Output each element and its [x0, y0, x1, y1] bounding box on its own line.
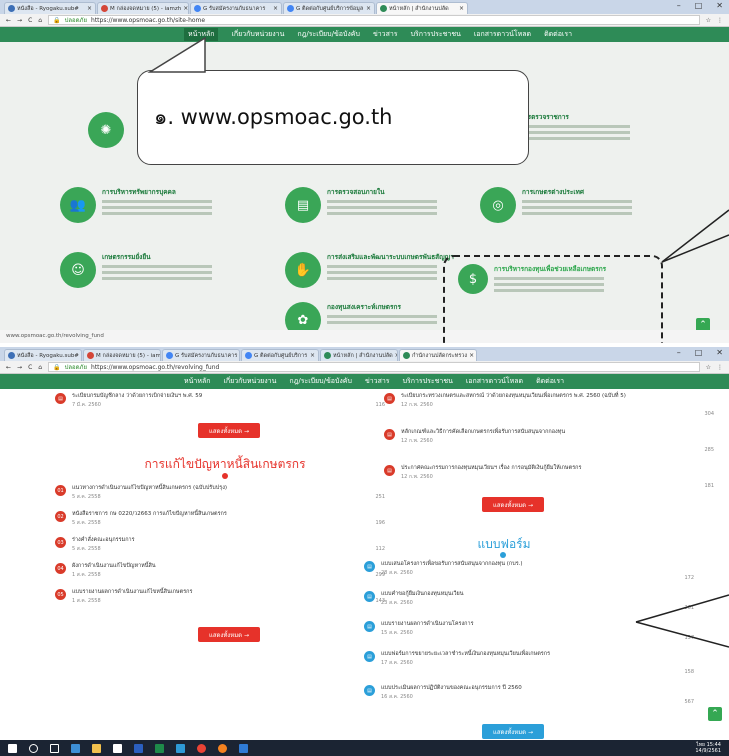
annotation-arrows: [147, 36, 729, 343]
firefox-icon[interactable]: [218, 743, 227, 753]
file-explorer-icon[interactable]: [92, 743, 101, 753]
pointer-line: [635, 594, 729, 623]
store-icon[interactable]: [113, 743, 122, 753]
chrome-icon[interactable]: [197, 743, 206, 753]
highlight-box: [443, 255, 663, 343]
callout-pointer: [147, 36, 206, 73]
search-icon[interactable]: [29, 743, 38, 753]
app-icon[interactable]: [239, 743, 248, 753]
windows-start-icon[interactable]: [8, 743, 17, 753]
ie-icon[interactable]: [176, 743, 185, 753]
word-icon[interactable]: [134, 743, 143, 753]
system-tray: ไทย 15:44 14/9/2561: [695, 742, 721, 754]
pointer-line: [661, 234, 729, 263]
task-view-icon[interactable]: [50, 743, 59, 753]
taskbar: ไทย 15:44 14/9/2561: [0, 740, 729, 756]
pointer-line: [661, 209, 729, 263]
edge-icon[interactable]: [71, 743, 80, 753]
annotation-arrows-2: [635, 594, 729, 648]
excel-icon[interactable]: [155, 743, 164, 753]
clock-date[interactable]: 14/9/2561: [695, 748, 721, 754]
pointer-line: [635, 621, 729, 648]
